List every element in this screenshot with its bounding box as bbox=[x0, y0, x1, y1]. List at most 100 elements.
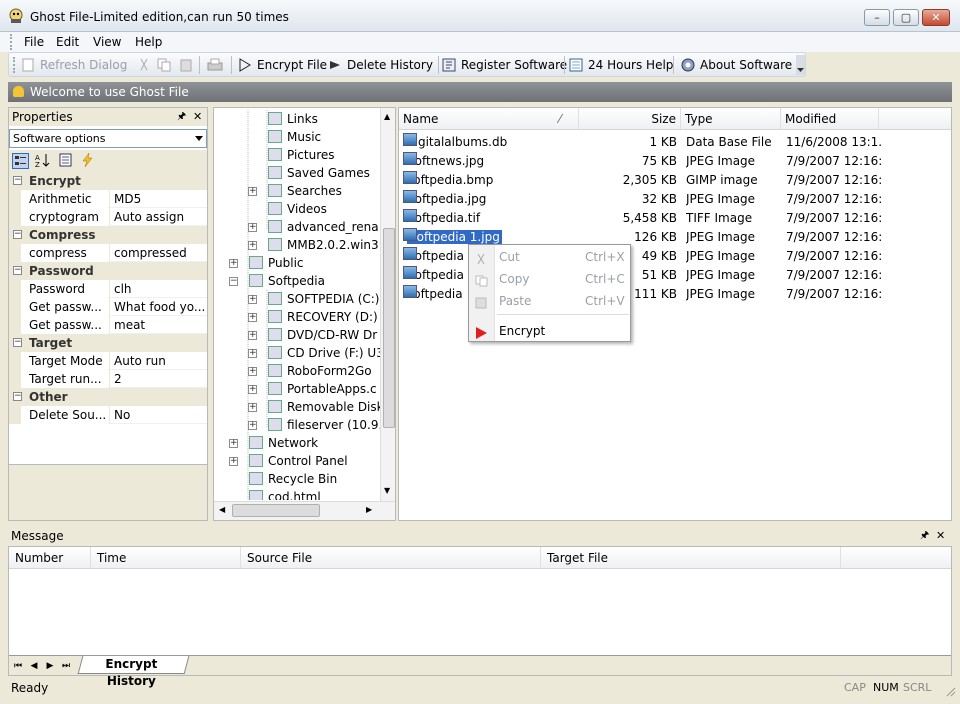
context-paste-item[interactable]: Paste Ctrl+V bbox=[469, 291, 630, 311]
tree-expander-icon[interactable]: + bbox=[248, 349, 257, 358]
scroll-up-icon[interactable]: ▲ bbox=[384, 112, 390, 121]
category-compress[interactable]: − Compress bbox=[9, 226, 207, 244]
menu-file[interactable]: File bbox=[21, 33, 47, 51]
about-software-button[interactable]: About Software bbox=[681, 56, 792, 74]
scroll-down-icon[interactable]: ▼ bbox=[384, 486, 390, 495]
register-software-button[interactable]: Register Software bbox=[442, 56, 567, 74]
refresh-dialog-button[interactable]: Refresh Dialog bbox=[21, 56, 127, 74]
tree-node[interactable]: CD Drive (F:) U3 bbox=[268, 344, 380, 362]
property-row[interactable]: Get passw... meat bbox=[9, 316, 207, 334]
close-button[interactable]: ✕ bbox=[922, 9, 950, 26]
property-row[interactable]: Password clh bbox=[9, 280, 207, 298]
tree-vertical-scrollbar[interactable]: ▲ ▼ bbox=[380, 108, 395, 501]
category-encrypt[interactable]: − Encrypt bbox=[9, 172, 207, 190]
tab-encrypt-history[interactable]: Encrypt History bbox=[77, 656, 190, 688]
context-encrypt-item[interactable]: Encrypt bbox=[469, 321, 630, 341]
file-row[interactable]: Softnews.jpg 75 KB JPEG Image 7/9/2007 12:1… bbox=[399, 152, 951, 171]
events-lightning-icon[interactable] bbox=[79, 152, 96, 169]
scroll-left-icon[interactable]: ◀ bbox=[219, 505, 225, 514]
tree-node[interactable]: fileserver (10.9.0 bbox=[268, 416, 380, 434]
paste-icon[interactable] bbox=[179, 58, 193, 72]
pin-icon[interactable]: 🖈 bbox=[920, 527, 929, 545]
tree-node[interactable]: Control Panel bbox=[249, 452, 348, 470]
pin-icon[interactable]: 🖈 bbox=[177, 108, 186, 126]
last-page-icon[interactable]: ⏭ bbox=[60, 659, 72, 673]
message-close-icon[interactable]: ✕ bbox=[936, 527, 945, 545]
tree-node[interactable]: DVD/CD-RW Dr bbox=[268, 326, 377, 344]
tree-expander-icon[interactable]: + bbox=[229, 439, 238, 448]
tree-expander-icon[interactable]: + bbox=[248, 385, 257, 394]
property-pages-icon[interactable] bbox=[57, 153, 74, 169]
column-header-type[interactable]: Type bbox=[681, 108, 781, 130]
tree-node[interactable]: Public bbox=[249, 254, 304, 272]
tree-expander-icon[interactable]: + bbox=[248, 421, 257, 430]
property-row[interactable]: Get passw... What food yo... bbox=[9, 298, 207, 316]
first-page-icon[interactable]: ⏮ bbox=[12, 659, 24, 673]
tree-expander-icon[interactable]: + bbox=[229, 457, 238, 466]
encrypt-file-button[interactable]: Encrypt File bbox=[238, 56, 327, 74]
property-row[interactable]: Target run... 2 bbox=[9, 370, 207, 388]
minimize-button[interactable]: – bbox=[864, 9, 890, 26]
tree-node[interactable]: advanced_rena bbox=[268, 218, 379, 236]
tree-node[interactable]: Softpedia bbox=[249, 272, 325, 290]
tree-node[interactable]: Network bbox=[249, 434, 318, 452]
tree-expander-icon[interactable]: + bbox=[248, 295, 257, 304]
tree-expander-icon[interactable]: + bbox=[248, 331, 257, 340]
tree-expander-icon[interactable]: − bbox=[229, 277, 238, 286]
category-other[interactable]: − Other bbox=[9, 388, 207, 406]
copy-icon[interactable] bbox=[157, 58, 171, 72]
tree-expander-icon[interactable]: + bbox=[248, 313, 257, 322]
tree-node[interactable]: RoboForm2Go bbox=[268, 362, 372, 380]
tree-node[interactable]: Links bbox=[268, 110, 318, 128]
column-header-target-file[interactable]: Target File bbox=[541, 547, 841, 569]
tree-scroll-thumb[interactable] bbox=[383, 228, 395, 428]
menu-help[interactable]: Help bbox=[132, 33, 165, 51]
file-row[interactable]: Softpedia.tif 5,458 KB TIFF Image 7/9/2007 … bbox=[399, 209, 951, 228]
column-header-number[interactable]: Number bbox=[9, 547, 91, 569]
scroll-right-icon[interactable]: ▶ bbox=[366, 505, 372, 514]
resize-grip-icon[interactable] bbox=[944, 684, 956, 697]
tree-expander-icon[interactable]: + bbox=[248, 241, 257, 250]
category-password[interactable]: − Password bbox=[9, 262, 207, 280]
cut-icon[interactable] bbox=[137, 58, 151, 72]
column-header-time[interactable]: Time bbox=[91, 547, 241, 569]
file-row[interactable]: Softpedia.jpg 32 KB JPEG Image 7/9/2007 12:… bbox=[399, 190, 951, 209]
tree-node[interactable]: PortableApps.c bbox=[268, 380, 377, 398]
tree-node[interactable]: cod.html bbox=[249, 488, 321, 500]
menu-view[interactable]: View bbox=[90, 33, 124, 51]
category-target[interactable]: − Target bbox=[9, 334, 207, 352]
toolbar-overflow-chevron-icon[interactable] bbox=[796, 55, 805, 75]
context-copy-item[interactable]: Copy Ctrl+C bbox=[469, 269, 630, 289]
property-row[interactable]: compress compressed bbox=[9, 244, 207, 262]
tree-node[interactable]: MMB2.0.2.win3 bbox=[268, 236, 379, 254]
tree-expander-icon[interactable]: + bbox=[248, 223, 257, 232]
tree-expander-icon[interactable]: + bbox=[248, 403, 257, 412]
next-page-icon[interactable]: ▶ bbox=[44, 659, 56, 673]
delete-history-button[interactable]: Delete History bbox=[328, 56, 433, 74]
previous-page-icon[interactable]: ◀ bbox=[28, 659, 40, 673]
tree-node[interactable]: Removable Disk bbox=[268, 398, 380, 416]
24-hours-help-button[interactable]: 24 Hours Help bbox=[569, 56, 673, 74]
property-row[interactable]: cryptogram Auto assign bbox=[9, 208, 207, 226]
tree-node[interactable]: Videos bbox=[268, 200, 327, 218]
tree-node[interactable]: Recycle Bin bbox=[249, 470, 337, 488]
property-row[interactable]: Arithmetic MD5 bbox=[9, 190, 207, 208]
tree-expander-icon[interactable]: + bbox=[248, 367, 257, 376]
options-dropdown[interactable]: Software options bbox=[9, 129, 207, 148]
column-header-size[interactable]: Size bbox=[579, 108, 681, 130]
menu-edit[interactable]: Edit bbox=[53, 33, 82, 51]
tree-node[interactable]: SOFTPEDIA (C:) bbox=[268, 290, 380, 308]
file-row[interactable]: digitalalbums.db 1 KB Data Base File 11/6/2… bbox=[399, 133, 951, 152]
file-row[interactable]: softpedia.bmp 2,305 KB GIMP image 7/9/2007 … bbox=[399, 171, 951, 190]
tree-horizontal-scrollbar[interactable]: ◀ ▶ bbox=[214, 501, 395, 520]
categorized-icon[interactable] bbox=[12, 153, 29, 169]
tree-expander-icon[interactable]: + bbox=[229, 259, 238, 268]
tree-node[interactable]: RECOVERY (D:) bbox=[268, 308, 378, 326]
tree-node[interactable]: Pictures bbox=[268, 146, 335, 164]
property-row[interactable]: Target Mode Auto run bbox=[9, 352, 207, 370]
print-icon[interactable] bbox=[207, 58, 223, 72]
tree-node[interactable]: Searches bbox=[268, 182, 342, 200]
context-cut-item[interactable]: Cut Ctrl+X bbox=[469, 247, 630, 267]
tree-node[interactable]: Music bbox=[268, 128, 321, 146]
maximize-button[interactable]: ▢ bbox=[893, 9, 919, 26]
